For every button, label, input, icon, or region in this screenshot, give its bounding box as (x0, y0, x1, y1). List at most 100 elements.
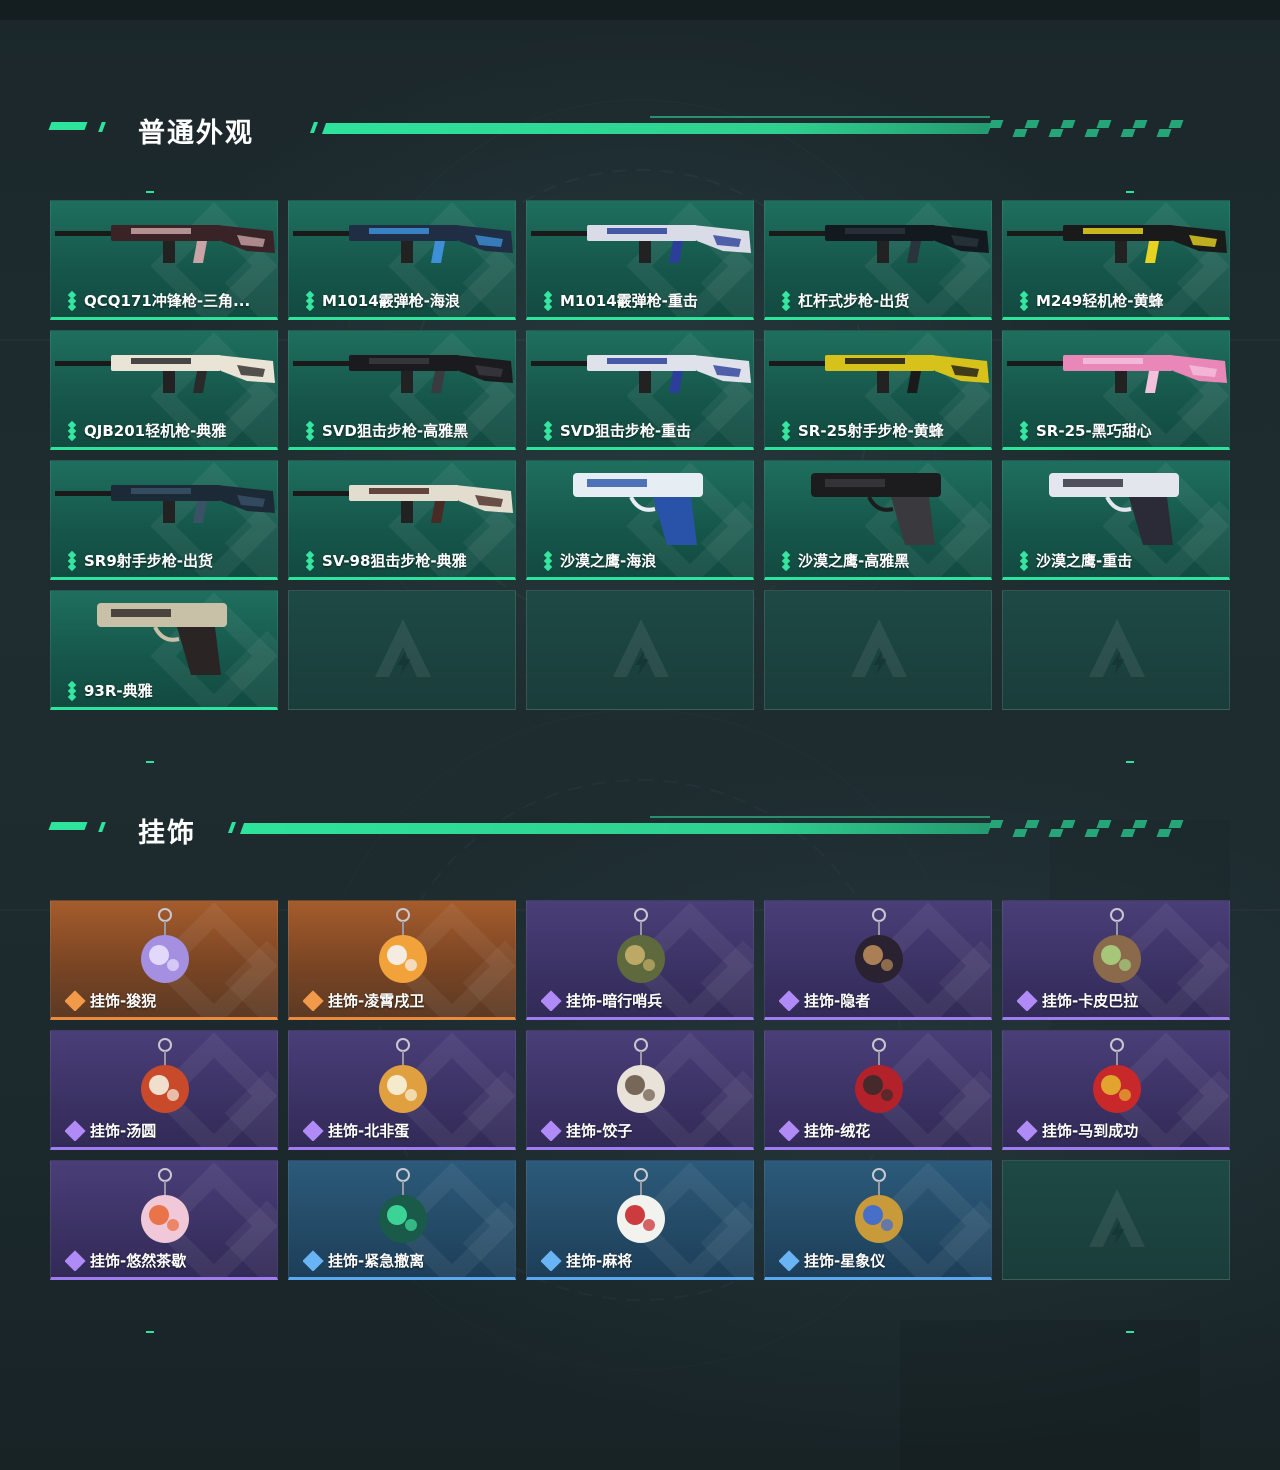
charm-card[interactable]: 挂饰-隐者 (764, 900, 992, 1020)
skin-card[interactable]: SR9射手步枪-出货 (50, 460, 278, 580)
charm-card[interactable]: 挂饰-卡皮巴拉 (1002, 900, 1230, 1020)
item-name: 挂饰-暗行哨兵 (566, 992, 663, 1010)
charm-mahjong-icon (617, 1168, 665, 1243)
item-name: 挂饰-狻猊 (90, 992, 157, 1010)
placeholder-logo-icon (1089, 619, 1145, 677)
rarity-blue-icon (303, 1250, 324, 1271)
empty-slot (288, 590, 516, 710)
charm-velvet-flower-icon (855, 1038, 903, 1113)
item-name: 沙漠之鹰-重击 (1036, 552, 1133, 570)
charm-card[interactable]: 挂饰-绒花 (764, 1030, 992, 1150)
corner-mark (146, 761, 154, 763)
charm-dumpling-icon (617, 1038, 665, 1113)
card-label: 挂饰-马到成功 (1017, 1120, 1223, 1141)
rarity-green-icon (779, 290, 793, 311)
skin-card[interactable]: QCQ171冲锋枪-三角... (50, 200, 278, 320)
charm-capybara-icon (1093, 908, 1141, 983)
charm-card[interactable]: 挂饰-悠然茶歇 (50, 1160, 278, 1280)
rarity-green-icon (779, 420, 793, 441)
card-label: SV-98狙击步枪-典雅 (303, 550, 509, 571)
item-name: M1014霰弹枪-重击 (560, 292, 698, 310)
charm-card[interactable]: 挂饰-紧急撤离 (288, 1160, 516, 1280)
rarity-orange-icon (303, 990, 324, 1011)
skin-card[interactable]: M1014霰弹枪-海浪 (288, 200, 516, 320)
skin-card[interactable]: SV-98狙击步枪-典雅 (288, 460, 516, 580)
skin-card[interactable]: 93R-典雅 (50, 590, 278, 710)
skin-card[interactable]: SR-25射手步枪-黄蜂 (764, 330, 992, 450)
section-header-skins: 普通外观 (48, 113, 1200, 149)
charm-exit-sign-icon (379, 1168, 427, 1243)
item-name: 挂饰-饺子 (566, 1122, 633, 1140)
item-name: 沙漠之鹰-海浪 (560, 552, 657, 570)
card-label: 93R-典雅 (65, 680, 271, 701)
placeholder-logo-icon (375, 619, 431, 677)
charm-card[interactable]: 挂饰-凌霄戌卫 (288, 900, 516, 1020)
charm-card[interactable]: 挂饰-饺子 (526, 1030, 754, 1150)
rarity-green-icon (65, 420, 79, 441)
item-name: 挂饰-凌霄戌卫 (328, 992, 425, 1010)
item-name: QCQ171冲锋枪-三角... (84, 292, 251, 310)
section-header-charms: 挂饰 (48, 813, 1200, 849)
rarity-green-icon (65, 290, 79, 311)
charm-card[interactable]: 挂饰-狻猊 (50, 900, 278, 1020)
card-label: 挂饰-星象仪 (779, 1250, 985, 1271)
shotgun-m1014-wave-icon (293, 225, 513, 263)
card-label: 挂饰-麻将 (541, 1250, 747, 1271)
card-label: 挂饰-绒花 (779, 1120, 985, 1141)
skin-card[interactable]: M249轻机枪-黄蜂 (1002, 200, 1230, 320)
rarity-purple-icon (65, 1250, 86, 1271)
skin-card[interactable]: 沙漠之鹰-海浪 (526, 460, 754, 580)
item-name: 挂饰-麻将 (566, 1252, 633, 1270)
skin-card[interactable]: SVD狙击步枪-重击 (526, 330, 754, 450)
card-label: QJB201轻机枪-典雅 (65, 420, 271, 441)
card-label: 挂饰-隐者 (779, 990, 985, 1011)
charm-card[interactable]: 挂饰-麻将 (526, 1160, 754, 1280)
skin-card[interactable]: SR-25-黑巧甜心 (1002, 330, 1230, 450)
card-label: 挂饰-饺子 (541, 1120, 747, 1141)
card-label: M1014霰弹枪-海浪 (303, 290, 509, 311)
lever-rifle-icon (769, 225, 989, 263)
rarity-green-icon (779, 550, 793, 571)
skin-card[interactable]: QJB201轻机枪-典雅 (50, 330, 278, 450)
rarity-green-icon (1017, 420, 1031, 441)
rarity-blue-icon (779, 1250, 800, 1271)
rarity-purple-icon (1017, 990, 1038, 1011)
header-decor-line (227, 816, 1200, 837)
rarity-blue-icon (541, 1250, 562, 1271)
pistol-deagle-strike-icon (1049, 473, 1179, 545)
item-name: SVD狙击步枪-重击 (560, 422, 692, 440)
lmg-m249-icon (1007, 225, 1227, 263)
skin-card[interactable]: 杠杆式步枪-出货 (764, 200, 992, 320)
skin-card[interactable]: SVD狙击步枪-高雅黑 (288, 330, 516, 450)
skin-card[interactable]: 沙漠之鹰-高雅黑 (764, 460, 992, 580)
dmr-sr25-hornet-icon (769, 355, 989, 393)
item-name: 挂饰-隐者 (804, 992, 871, 1010)
empty-slot (1002, 1160, 1230, 1280)
item-name: SR9射手步枪-出货 (84, 552, 214, 570)
charm-card[interactable]: 挂饰-马到成功 (1002, 1030, 1230, 1150)
top-strip (0, 0, 1280, 20)
skin-card[interactable]: 沙漠之鹰-重击 (1002, 460, 1230, 580)
card-label: 杠杆式步枪-出货 (779, 290, 985, 311)
charm-sentinel-icon (617, 908, 665, 983)
card-label: SR-25-黑巧甜心 (1017, 420, 1223, 441)
item-name: M1014霰弹枪-海浪 (322, 292, 460, 310)
item-name: SV-98狙击步枪-典雅 (322, 552, 467, 570)
charm-card[interactable]: 挂饰-汤圆 (50, 1030, 278, 1150)
sniper-svd-black-icon (293, 355, 513, 393)
skin-card[interactable]: M1014霰弹枪-重击 (526, 200, 754, 320)
section-title: 普通外观 (138, 118, 254, 149)
charm-card[interactable]: 挂饰-北非蛋 (288, 1030, 516, 1150)
skin-grid: QCQ171冲锋枪-三角... M1014霰弹枪-海浪 M1014霰弹枪-重击 杠杆式… (50, 200, 1230, 710)
item-name: 挂饰-星象仪 (804, 1252, 886, 1270)
rarity-green-icon (1017, 550, 1031, 571)
charm-card[interactable]: 挂饰-暗行哨兵 (526, 900, 754, 1020)
item-name: SVD狙击步枪-高雅黑 (322, 422, 469, 440)
charm-hermit-card-icon (855, 908, 903, 983)
item-name: 挂饰-卡皮巴拉 (1042, 992, 1139, 1010)
charm-card[interactable]: 挂饰-星象仪 (764, 1160, 992, 1280)
empty-slot (1002, 590, 1230, 710)
corner-mark (146, 1331, 154, 1333)
card-label: 挂饰-凌霄戌卫 (303, 990, 509, 1011)
lmg-qjb201-icon (55, 355, 275, 393)
